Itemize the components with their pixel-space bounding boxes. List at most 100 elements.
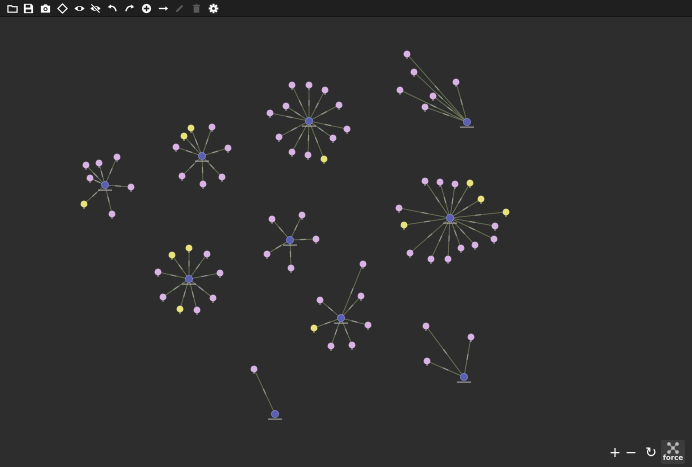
leaf-node[interactable] — [490, 235, 498, 243]
leaf-node[interactable] — [357, 292, 365, 300]
leaf-node[interactable] — [218, 173, 226, 181]
select-shape-button[interactable] — [54, 0, 70, 16]
add-node-button[interactable] — [138, 0, 154, 16]
leaf-node[interactable] — [127, 183, 135, 191]
open-folder-button[interactable] — [4, 0, 20, 16]
hub-node[interactable] — [463, 118, 471, 126]
highlighted-leaf-node[interactable] — [80, 200, 88, 208]
hub-node[interactable] — [271, 410, 279, 418]
leaf-node[interactable] — [396, 86, 404, 94]
hub-node[interactable] — [286, 236, 294, 244]
save-button[interactable] — [21, 0, 37, 16]
undo-button[interactable] — [105, 0, 121, 16]
leaf-node[interactable] — [335, 101, 343, 109]
highlighted-leaf-node[interactable] — [176, 305, 184, 313]
leaf-node[interactable] — [178, 172, 186, 180]
leaf-node[interactable] — [288, 81, 296, 89]
leaf-node[interactable] — [209, 294, 217, 302]
reset-view-button[interactable]: ↻ — [644, 445, 658, 461]
leaf-node[interactable] — [250, 365, 258, 373]
leaf-node[interactable] — [451, 180, 459, 188]
hub-node[interactable] — [305, 117, 313, 125]
leaf-node[interactable] — [436, 178, 444, 186]
highlighted-leaf-node[interactable] — [502, 208, 510, 216]
hub-node[interactable] — [198, 152, 206, 160]
leaf-node[interactable] — [452, 78, 460, 86]
leaf-node[interactable] — [321, 86, 329, 94]
leaf-node[interactable] — [329, 134, 337, 142]
leaf-node[interactable] — [429, 92, 437, 100]
leaf-node[interactable] — [108, 210, 116, 218]
leaf-node[interactable] — [316, 296, 324, 304]
leaf-node[interactable] — [216, 269, 224, 277]
leaf-node[interactable] — [457, 244, 465, 252]
delete-button[interactable] — [189, 0, 205, 16]
leaf-node[interactable] — [113, 153, 121, 161]
leaf-node[interactable] — [288, 148, 296, 156]
graph-canvas[interactable] — [0, 18, 692, 467]
leaf-node[interactable] — [422, 322, 430, 330]
leaf-node[interactable] — [423, 357, 431, 365]
hub-node[interactable] — [101, 181, 109, 189]
leaf-node[interactable] — [395, 204, 403, 212]
leaf-node[interactable] — [95, 159, 103, 167]
zoom-out-button[interactable]: − — [624, 445, 638, 461]
hide-button[interactable] — [88, 0, 104, 16]
screenshot-button[interactable] — [38, 0, 54, 16]
leaf-node[interactable] — [444, 255, 452, 263]
leaf-node[interactable] — [263, 250, 271, 258]
highlighted-leaf-node[interactable] — [180, 132, 188, 140]
leaf-node[interactable] — [305, 81, 313, 89]
leaf-node[interactable] — [421, 177, 429, 185]
leaf-node[interactable] — [199, 180, 207, 188]
highlighted-leaf-node[interactable] — [310, 324, 318, 332]
leaf-node[interactable] — [82, 161, 90, 169]
show-button[interactable] — [71, 0, 87, 16]
leaf-node[interactable] — [159, 293, 167, 301]
leaf-node[interactable] — [491, 222, 499, 230]
leaf-node[interactable] — [304, 151, 312, 159]
hub-node[interactable] — [185, 275, 193, 283]
highlighted-leaf-node[interactable] — [320, 155, 328, 163]
leaf-node[interactable] — [86, 174, 94, 182]
leaf-node[interactable] — [208, 123, 216, 131]
highlighted-leaf-node[interactable] — [187, 124, 195, 132]
layout-toggle-button[interactable]: force — [661, 440, 685, 464]
leaf-node[interactable] — [154, 268, 162, 276]
leaf-node[interactable] — [312, 235, 320, 243]
network-graph[interactable] — [0, 18, 692, 467]
leaf-node[interactable] — [364, 321, 372, 329]
leaf-node[interactable] — [298, 211, 306, 219]
leaf-node[interactable] — [266, 109, 274, 117]
hub-node[interactable] — [337, 314, 345, 322]
edit-button[interactable] — [172, 0, 188, 16]
highlighted-leaf-node[interactable] — [168, 251, 176, 259]
settings-button[interactable] — [206, 0, 222, 16]
leaf-node[interactable] — [359, 260, 367, 268]
leaf-node[interactable] — [172, 143, 180, 151]
leaf-node[interactable] — [203, 250, 211, 258]
highlighted-leaf-node[interactable] — [477, 195, 485, 203]
add-edge-button[interactable] — [155, 0, 171, 16]
leaf-node[interactable] — [193, 306, 201, 314]
leaf-node[interactable] — [406, 249, 414, 257]
highlighted-leaf-node[interactable] — [185, 244, 193, 252]
leaf-node[interactable] — [268, 215, 276, 223]
leaf-node[interactable] — [421, 103, 429, 111]
highlighted-leaf-node[interactable] — [466, 179, 474, 187]
leaf-node[interactable] — [275, 133, 283, 141]
leaf-node[interactable] — [282, 102, 290, 110]
leaf-node[interactable] — [403, 50, 411, 58]
zoom-in-button[interactable]: + — [608, 445, 622, 461]
leaf-node[interactable] — [287, 264, 295, 272]
leaf-node[interactable] — [427, 255, 435, 263]
leaf-node[interactable] — [467, 333, 475, 341]
leaf-node[interactable] — [410, 68, 418, 76]
leaf-node[interactable] — [471, 241, 479, 249]
hub-node[interactable] — [460, 373, 468, 381]
hub-node[interactable] — [446, 214, 454, 222]
redo-button[interactable] — [122, 0, 138, 16]
leaf-node[interactable] — [224, 144, 232, 152]
highlighted-leaf-node[interactable] — [400, 221, 408, 229]
leaf-node[interactable] — [343, 125, 351, 133]
